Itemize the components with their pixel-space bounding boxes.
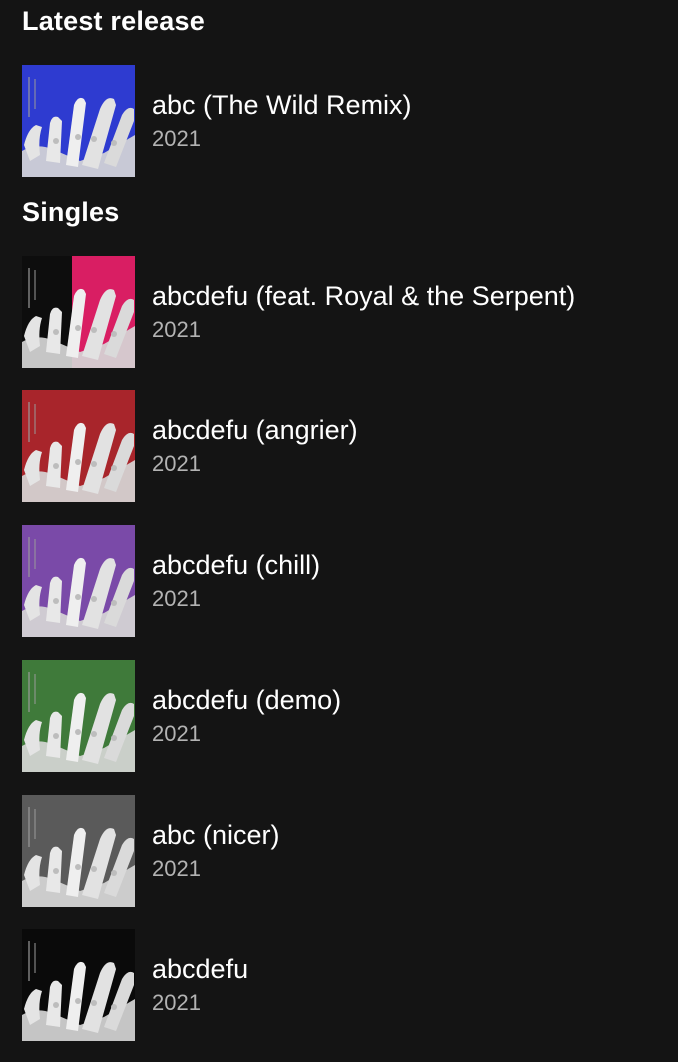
release-year: 2021 (152, 990, 201, 1015)
release-title: abcdefu (angrier) (152, 415, 358, 445)
single-item[interactable]: abcdefu 2021 (22, 929, 662, 1041)
release-year: 2021 (152, 856, 201, 881)
release-year: 2021 (152, 586, 201, 611)
release-title: abc (The Wild Remix) (152, 90, 412, 120)
single-item[interactable]: abc (nicer) 2021 (22, 795, 662, 907)
album-cover (22, 256, 135, 368)
single-item[interactable]: abcdefu (demo) 2021 (22, 660, 662, 772)
single-item[interactable]: abcdefu (feat. Royal & the Serpent) 2021 (22, 256, 662, 368)
release-title: abcdefu (chill) (152, 550, 321, 580)
release-year: 2021 (152, 721, 201, 746)
release-title: abcdefu (demo) (152, 685, 342, 715)
album-cover (22, 795, 135, 907)
single-item[interactable]: abcdefu (angrier) 2021 (22, 390, 662, 502)
latest-release-item[interactable]: abc (The Wild Remix) 2021 (22, 65, 662, 177)
latest-release-heading: Latest release (22, 6, 205, 36)
singles-heading: Singles (22, 197, 120, 227)
release-year: 2021 (152, 317, 201, 342)
release-year: 2021 (152, 451, 201, 476)
release-title: abc (nicer) (152, 820, 280, 850)
release-title: abcdefu (feat. Royal & the Serpent) (152, 281, 576, 311)
album-cover (22, 660, 135, 772)
release-title: abcdefu (152, 954, 249, 984)
album-cover (22, 65, 135, 177)
album-cover (22, 525, 135, 637)
single-item[interactable]: abcdefu (chill) 2021 (22, 525, 662, 637)
album-cover (22, 390, 135, 502)
album-cover (22, 929, 135, 1041)
release-year: 2021 (152, 126, 201, 151)
